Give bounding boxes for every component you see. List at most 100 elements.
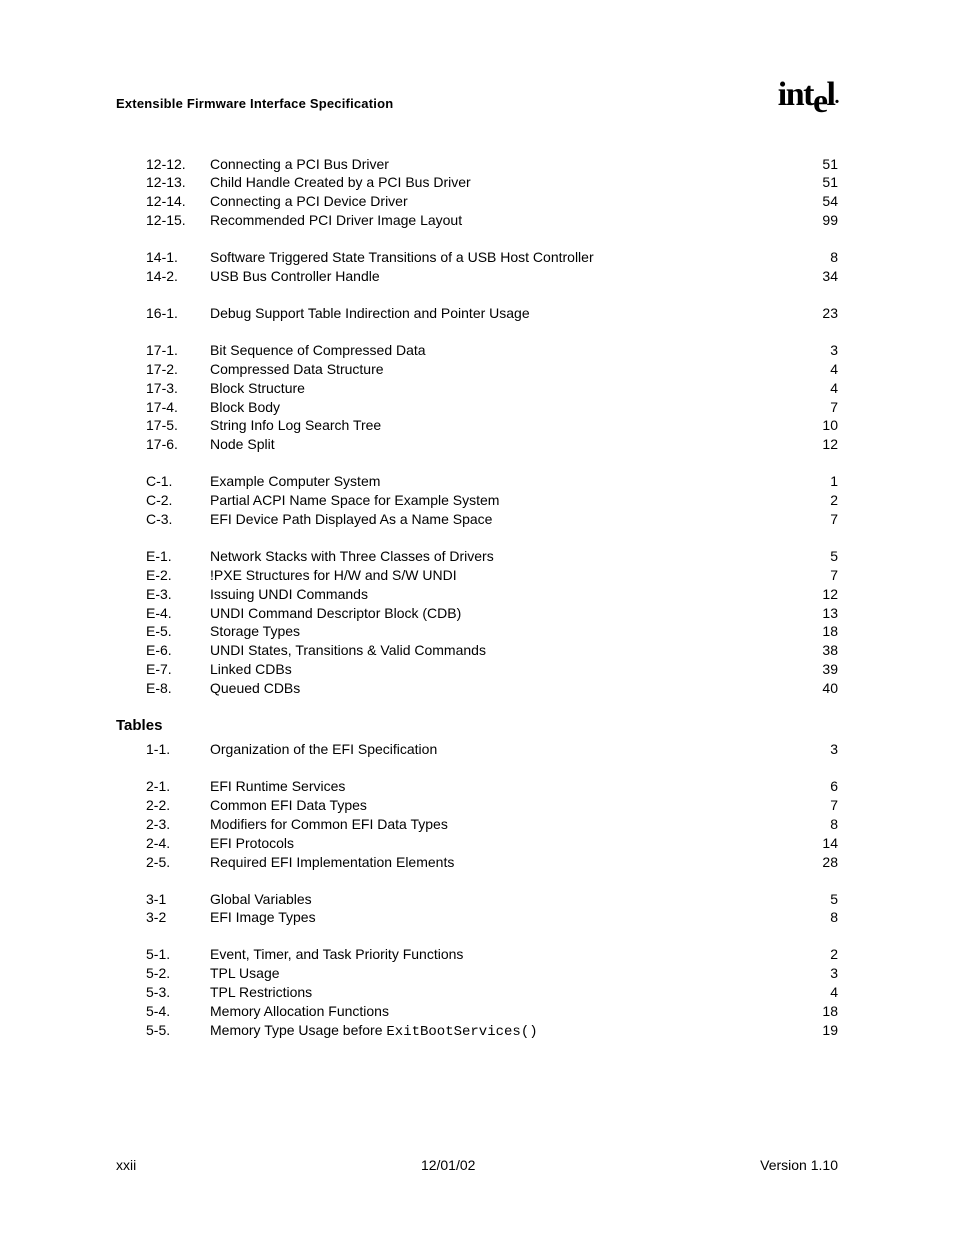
entry-page: 18 — [818, 1002, 838, 1021]
entry-number: E-8. — [146, 679, 210, 698]
toc-entry: 17-3.Block Structure 4 — [116, 379, 838, 398]
entry-title: EFI Image Types — [210, 908, 316, 927]
entry-number: 17-5. — [146, 416, 210, 435]
doc-title: Extensible Firmware Interface Specificat… — [116, 96, 393, 111]
toc-entry: 5-5.Memory Type Usage before ExitBootSer… — [116, 1021, 838, 1042]
entry-page: 2 — [818, 491, 838, 510]
toc-entry: 3-2EFI Image Types 8 — [116, 908, 838, 927]
toc-group: 3-1Global Variables 53-2EFI Image Types … — [116, 890, 838, 928]
toc-entry: 2-1.EFI Runtime Services 6 — [116, 777, 838, 796]
entry-title: Storage Types — [210, 622, 300, 641]
logo-part: . — [835, 86, 839, 108]
entry-number: 14-1. — [146, 248, 210, 267]
entry-title: UNDI Command Descriptor Block (CDB) — [210, 604, 461, 623]
toc-group: 5-1.Event, Timer, and Task Priority Func… — [116, 945, 838, 1041]
entry-number: 12-14. — [146, 192, 210, 211]
entry-page: 54 — [818, 192, 838, 211]
entry-title: Organization of the EFI Specification — [210, 740, 437, 759]
logo-part: e — [813, 83, 827, 120]
entry-title: String Info Log Search Tree — [210, 416, 381, 435]
entry-number: 2-1. — [146, 777, 210, 796]
entry-page: 40 — [818, 679, 838, 698]
entry-title: Queued CDBs — [210, 679, 300, 698]
entry-page: 3 — [818, 341, 838, 360]
entry-page: 13 — [818, 604, 838, 623]
entry-title: TPL Usage — [210, 964, 280, 983]
entry-number: 17-3. — [146, 379, 210, 398]
entry-title: Modifiers for Common EFI Data Types — [210, 815, 448, 834]
entry-number: 16-1. — [146, 304, 210, 323]
entry-title: Common EFI Data Types — [210, 796, 367, 815]
entry-title: Recommended PCI Driver Image Layout — [210, 211, 462, 230]
entry-page: 4 — [818, 360, 838, 379]
toc-entry: 14-2.USB Bus Controller Handle 34 — [116, 267, 838, 286]
entry-number: 5-3. — [146, 983, 210, 1002]
entry-number: E-1. — [146, 547, 210, 566]
entry-number: 17-4. — [146, 398, 210, 417]
toc-entry: 5-4.Memory Allocation Functions 18 — [116, 1002, 838, 1021]
entry-number: E-2. — [146, 566, 210, 585]
entry-title: Block Structure — [210, 379, 305, 398]
entry-title: EFI Protocols — [210, 834, 294, 853]
toc-entry: 16-1.Debug Support Table Indirection and… — [116, 304, 838, 323]
entry-page: 8 — [818, 248, 838, 267]
toc-entry: C-3.EFI Device Path Displayed As a Name … — [116, 510, 838, 529]
toc-entry: 2-5.Required EFI Implementation Elements… — [116, 853, 838, 872]
document-page: Extensible Firmware Interface Specificat… — [0, 0, 954, 1235]
entry-number: E-7. — [146, 660, 210, 679]
entry-page: 12 — [818, 585, 838, 604]
entry-number: 12-12. — [146, 155, 210, 174]
toc-entry: E-8.Queued CDBs 40 — [116, 679, 838, 698]
entry-number: E-4. — [146, 604, 210, 623]
entry-number: 12-15. — [146, 211, 210, 230]
entry-number: 2-4. — [146, 834, 210, 853]
toc-entry: 5-2.TPL Usage 3 — [116, 964, 838, 983]
entry-number: 2-3. — [146, 815, 210, 834]
entry-number: 12-13. — [146, 173, 210, 192]
toc-entry: 2-3.Modifiers for Common EFI Data Types … — [116, 815, 838, 834]
toc-entry: E-1.Network Stacks with Three Classes of… — [116, 547, 838, 566]
logo-part: int — [778, 76, 813, 113]
entry-title: Memory Type Usage before ExitBootService… — [210, 1021, 538, 1042]
entry-number: E-6. — [146, 641, 210, 660]
logo-part: l — [827, 76, 835, 113]
entry-title: UNDI States, Transitions & Valid Command… — [210, 641, 486, 660]
toc-entry: C-1.Example Computer System 1 — [116, 472, 838, 491]
entry-page: 8 — [818, 815, 838, 834]
entry-title: Software Triggered State Transitions of … — [210, 248, 594, 267]
entry-title: Connecting a PCI Device Driver — [210, 192, 408, 211]
entry-title: Node Split — [210, 435, 275, 454]
toc-entry: 3-1Global Variables 5 — [116, 890, 838, 909]
toc-entry: 12-12.Connecting a PCI Bus Driver 51 — [116, 155, 838, 174]
toc-entry: 2-4.EFI Protocols 14 — [116, 834, 838, 853]
entry-page: 38 — [818, 641, 838, 660]
toc-entry: E-5.Storage Types 18 — [116, 622, 838, 641]
entry-page: 5 — [818, 890, 838, 909]
entry-page: 2 — [818, 945, 838, 964]
page-header: Extensible Firmware Interface Specificat… — [116, 80, 838, 111]
entry-number: 14-2. — [146, 267, 210, 286]
toc-entry: E-3.Issuing UNDI Commands 12 — [116, 585, 838, 604]
entry-title: EFI Runtime Services — [210, 777, 345, 796]
entry-page: 51 — [818, 173, 838, 192]
entry-title: Compressed Data Structure — [210, 360, 384, 379]
entry-title: Child Handle Created by a PCI Bus Driver — [210, 173, 471, 192]
entry-title: Block Body — [210, 398, 280, 417]
entry-title: !PXE Structures for H/W and S/W UNDI — [210, 566, 457, 585]
toc-group: 12-12.Connecting a PCI Bus Driver 5112-1… — [116, 155, 838, 231]
entry-page: 8 — [818, 908, 838, 927]
entry-number: C-1. — [146, 472, 210, 491]
page-footer: xxii 12/01/02 Version 1.10 — [116, 1157, 838, 1173]
footer-page-num: xxii — [116, 1157, 136, 1173]
entry-page: 19 — [818, 1021, 838, 1040]
entry-number: 3-2 — [146, 908, 210, 927]
entry-number: C-2. — [146, 491, 210, 510]
entry-title: Global Variables — [210, 890, 312, 909]
entry-page: 99 — [818, 211, 838, 230]
toc-entry: E-6.UNDI States, Transitions & Valid Com… — [116, 641, 838, 660]
entry-title: Event, Timer, and Task Priority Function… — [210, 945, 463, 964]
footer-date: 12/01/02 — [421, 1157, 476, 1173]
toc-group: 2-1.EFI Runtime Services 62-2.Common EFI… — [116, 777, 838, 871]
toc-group: 16-1.Debug Support Table Indirection and… — [116, 304, 838, 323]
entry-page: 18 — [818, 622, 838, 641]
